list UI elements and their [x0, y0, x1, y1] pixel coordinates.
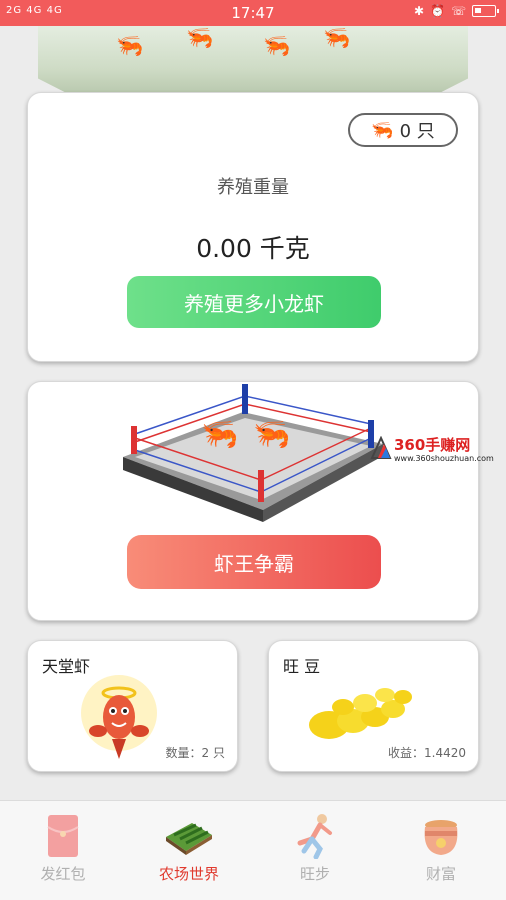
shrimp-pond-banner[interactable]: 🦐 🦐 🦐 🦐 [38, 26, 468, 96]
watermark-url: www.360shouzhuan.com [394, 454, 494, 463]
status-bar: 2G 4G 4G 17:47 ✱ ⏰ ☏ [0, 0, 506, 26]
farm-field-icon [166, 823, 212, 855]
wang-beans-card[interactable]: 旺 豆 收益：1.4420 [268, 640, 479, 772]
site-watermark: 360手赚网 www.360shouzhuan.com [370, 432, 500, 470]
runner-icon [297, 814, 332, 859]
nav-label: 财富 [425, 865, 456, 883]
nav-item-wealth[interactable]: 财富 [378, 801, 504, 900]
shrimp-icon: 🦐 [116, 34, 144, 59]
angel-shrimp-icon [81, 675, 157, 759]
nav-item-wang-step[interactable]: 旺步 [252, 801, 378, 900]
bluetooth-icon: ✱ [413, 4, 425, 18]
bottom-navigation: 发红包 农场世界 旺步 财富 [0, 800, 506, 900]
treasure-pot-icon [424, 820, 458, 855]
watermark-logo-icon [370, 436, 392, 459]
nav-label: 旺步 [299, 865, 330, 883]
shrimp-count-badge: 🦐 0 只 [348, 113, 458, 147]
svg-text:🦐: 🦐 [201, 417, 238, 452]
paradise-shrimp-card[interactable]: 天堂虾 数量：2 只 [27, 640, 238, 772]
shrimp-king-battle-button[interactable]: 虾王争霸 [127, 535, 381, 589]
shrimp-icon: 🦐 [323, 26, 351, 51]
wang-beans-earnings: 收益：1.4420 [388, 746, 466, 760]
shrimp-icon: 🦐 [186, 26, 214, 51]
shrimp-icon: 🦐 [371, 119, 394, 141]
gold-beans-icon [309, 688, 412, 739]
nav-label: 农场世界 [158, 865, 219, 883]
boxing-ring-illustration[interactable]: 🦐 🦐 [113, 382, 393, 522]
status-icons: ✱ ⏰ ☏ [413, 4, 499, 18]
farming-card: 🦐 0 只 养殖重量 0.00 千克 养殖更多小龙虾 [27, 92, 479, 362]
nav-item-farm-world[interactable]: 农场世界 [126, 801, 252, 900]
volte-icon: ☏ [450, 4, 466, 18]
weight-value: 0.00 千克 [196, 234, 310, 263]
wang-beans-title: 旺 豆 [283, 657, 321, 676]
battery-icon [472, 5, 499, 17]
nav-item-red-envelope[interactable]: 发红包 [0, 801, 126, 900]
paradise-shrimp-count: 数量：2 只 [165, 746, 225, 760]
red-envelope-icon [47, 815, 79, 857]
nav-label: 发红包 [40, 865, 86, 883]
farm-more-shrimp-button[interactable]: 养殖更多小龙虾 [127, 276, 381, 328]
weight-label: 养殖重量 [217, 177, 289, 198]
shrimp-icon: 🦐 [263, 34, 291, 59]
svg-text:🦐: 🦐 [253, 417, 290, 452]
watermark-title: 360手赚网 [394, 436, 471, 454]
shrimp-count: 0 只 [399, 121, 435, 142]
shrimp-king-arena-card: 🦐 🦐 360手赚网 www.360shouzhuan.com 虾王争霸 [27, 381, 494, 621]
alarm-icon: ⏰ [430, 4, 445, 18]
